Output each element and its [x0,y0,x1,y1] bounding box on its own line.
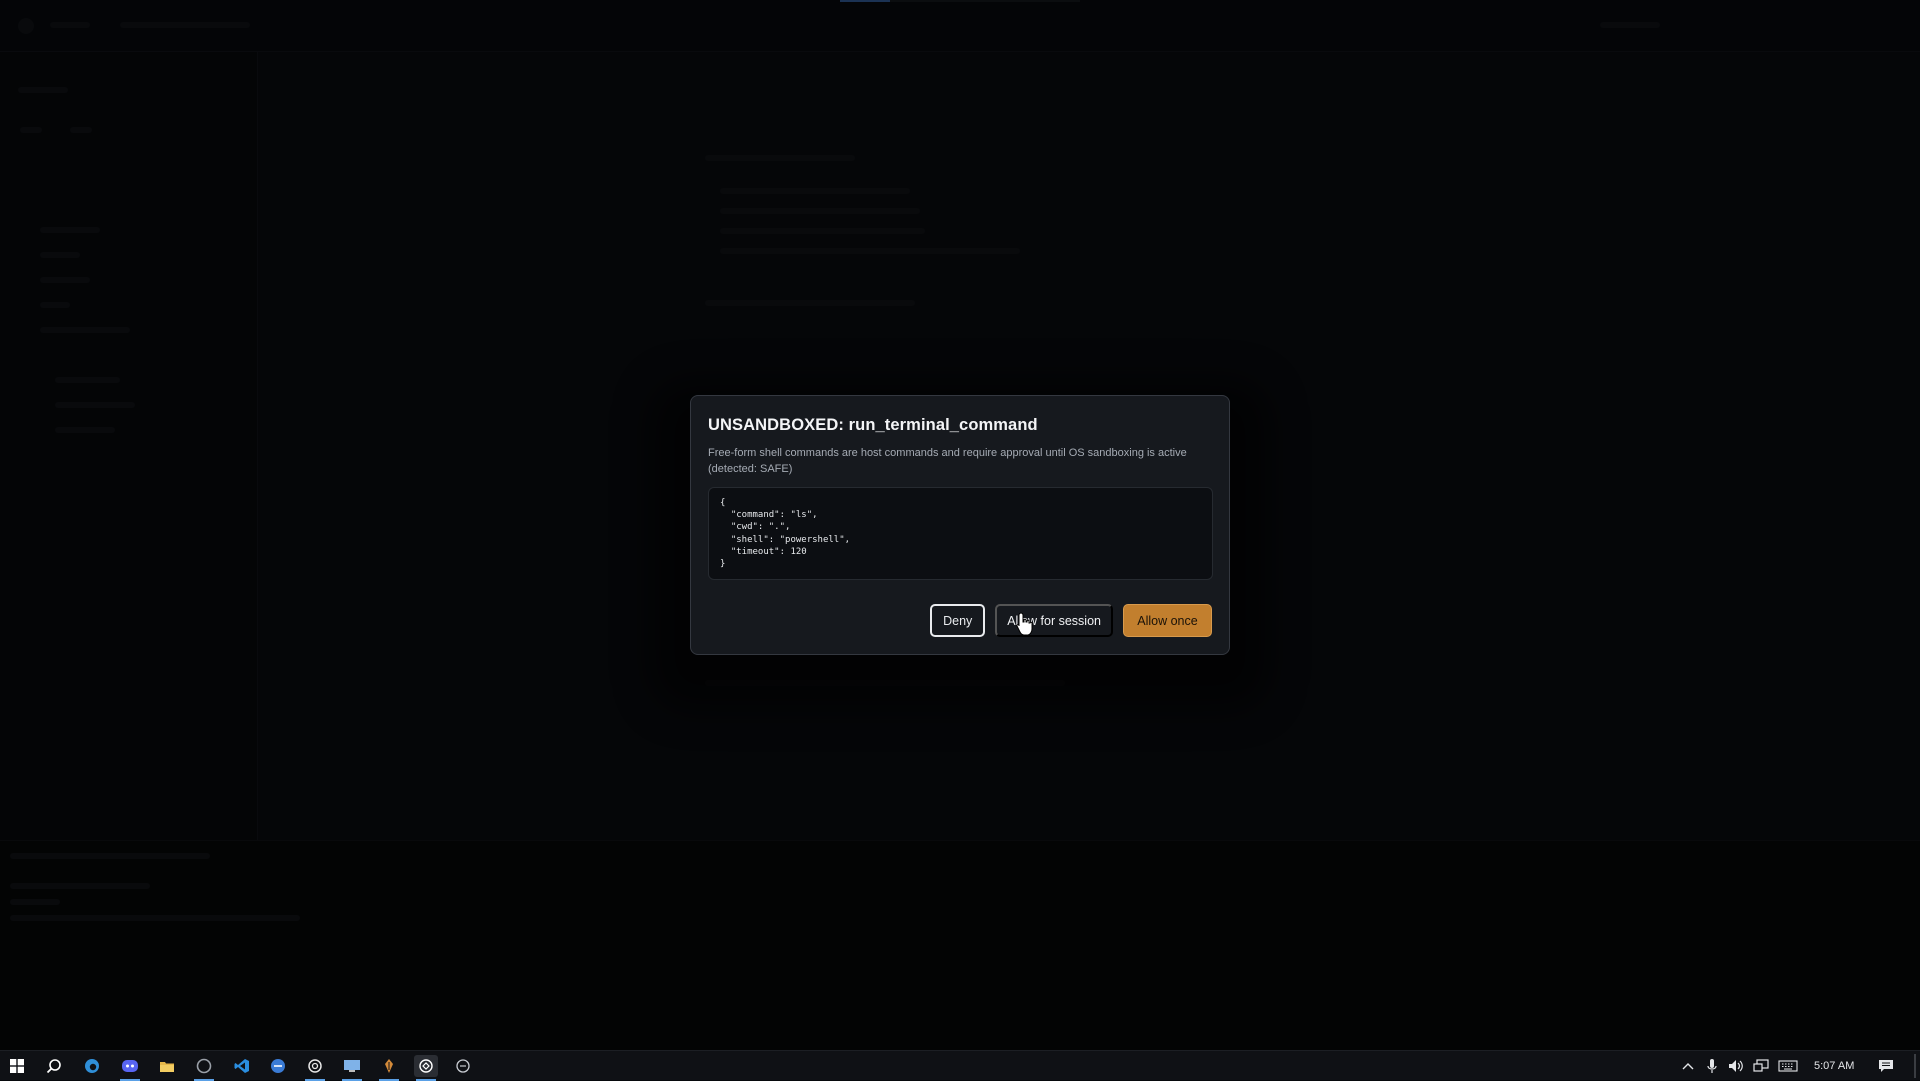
code-line: "shell": "powershell", [720,534,851,545]
dialog-description: Free-form shell commands are host comman… [708,447,1187,475]
windows-start-icon[interactable] [5,1055,29,1077]
chatgpt-icon[interactable] [303,1055,327,1081]
active-app-icon[interactable] [414,1055,438,1081]
approval-dialog: UNSANDBOXED: run_terminal_command Free-f… [690,395,1230,655]
vscode-icon[interactable] [230,1055,254,1077]
outline-app-icon[interactable] [451,1055,475,1077]
app-circle-icon[interactable] [192,1055,216,1081]
file-explorer-icon[interactable] [155,1055,179,1077]
command-json-block: { "command": "ls", "cwd": ".", "shell": … [708,487,1213,580]
remote-desktop-icon[interactable] [340,1055,364,1081]
microphone-icon[interactable] [1707,1051,1717,1081]
network-icon[interactable] [1753,1051,1769,1081]
code-line: { [720,498,726,508]
edge-browser-icon[interactable] [80,1055,104,1077]
search-icon[interactable] [42,1055,66,1077]
code-line: "timeout": 120 [720,546,807,557]
chevron-up-icon[interactable] [1682,1051,1694,1081]
deny-button[interactable]: Deny [930,604,986,637]
clock[interactable]: 5:07 AM [1814,1051,1858,1081]
code-line: "cwd": ".", [720,522,791,533]
allow-once-button[interactable]: Allow once [1123,604,1212,637]
allow-for-session-button[interactable]: Allow for session [995,604,1113,637]
blue-app-icon[interactable] [266,1055,290,1077]
code-line: "command": "ls", [720,510,818,521]
dialog-actions: Deny Allow for session Allow once [930,604,1212,637]
show-desktop-button[interactable] [1914,1054,1916,1078]
notifications-icon[interactable] [1878,1051,1894,1081]
volume-icon[interactable] [1728,1051,1744,1081]
hand-cursor-icon [1016,612,1033,636]
discord-icon[interactable] [118,1055,142,1081]
dialog-title: UNSANDBOXED: run_terminal_command [708,416,1038,434]
keyboard-icon[interactable] [1778,1051,1798,1081]
code-line: } [720,559,726,570]
taskbar: 5:07 AM [0,1050,1920,1081]
pen-tool-icon[interactable] [377,1055,401,1081]
